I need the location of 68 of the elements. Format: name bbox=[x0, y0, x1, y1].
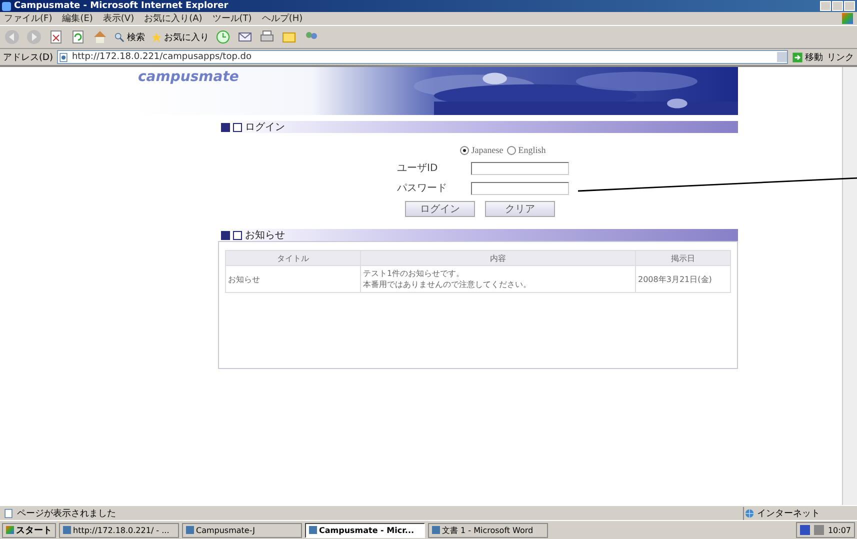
status-text: ページが表示されました bbox=[17, 508, 116, 520]
logo: campusmate bbox=[138, 69, 239, 85]
window-icon bbox=[432, 526, 440, 534]
table-cell: 2008年3月21日(金) bbox=[636, 266, 730, 292]
menu-item[interactable]: 表示(V) bbox=[102, 12, 134, 25]
go-button[interactable]: 移動 bbox=[792, 50, 823, 64]
table-cell: テスト1件のお知らせです。 本番用ではありませんので注意してください。 bbox=[360, 266, 636, 292]
login-button[interactable]: ログイン bbox=[405, 201, 475, 217]
menu-item[interactable]: ツール(T) bbox=[212, 12, 252, 25]
address-label: アドレス(D) bbox=[3, 52, 53, 64]
back-icon[interactable] bbox=[4, 29, 20, 45]
star-icon bbox=[151, 32, 162, 42]
refresh-icon[interactable] bbox=[70, 29, 86, 45]
section-title: お知らせ bbox=[245, 229, 285, 242]
taskbar-button[interactable]: Campusmate-J bbox=[182, 522, 302, 538]
radio-button[interactable] bbox=[507, 146, 516, 154]
search-button[interactable]: 検索 bbox=[114, 30, 145, 44]
scrollbar[interactable] bbox=[842, 67, 857, 505]
square-icon bbox=[221, 122, 230, 132]
arrow-icon bbox=[792, 52, 803, 62]
address-field[interactable]: http://172.18.0.221/campusapps/top.do bbox=[56, 50, 788, 64]
window-icon bbox=[233, 122, 242, 132]
links-button[interactable]: リンク bbox=[827, 50, 854, 64]
window-icon bbox=[233, 230, 242, 240]
menu-item[interactable]: ヘルプ(H) bbox=[262, 12, 303, 25]
clock: 10:07 bbox=[828, 526, 851, 534]
user-id-label: ユーザID bbox=[397, 162, 439, 175]
radio-label: Japanese bbox=[471, 145, 504, 155]
radio-button[interactable] bbox=[460, 146, 470, 154]
home-icon[interactable] bbox=[92, 29, 108, 45]
page-icon bbox=[3, 508, 14, 518]
table-cell: お知らせ bbox=[226, 266, 360, 292]
section-title: ログイン bbox=[245, 121, 285, 134]
password-label: パスワード bbox=[397, 182, 448, 195]
window-title: Campusmate - Microsoft Internet Explorer bbox=[14, 1, 228, 11]
menu-item[interactable]: お気に入り(A) bbox=[144, 12, 202, 25]
start-button[interactable]: スタート bbox=[2, 522, 56, 538]
tray-icon[interactable] bbox=[814, 525, 824, 535]
menu-item[interactable]: ファイル(F) bbox=[4, 12, 52, 25]
menu-item[interactable]: 編集(E) bbox=[62, 12, 93, 25]
windows-flag-icon bbox=[6, 526, 14, 534]
window-icon bbox=[63, 526, 71, 534]
globe-icon bbox=[744, 508, 755, 518]
column-header: 掲示日 bbox=[636, 250, 730, 266]
user-id-field[interactable] bbox=[471, 162, 569, 174]
column-header: タイトル bbox=[226, 250, 360, 266]
column-header: 内容 bbox=[360, 250, 636, 266]
history-icon[interactable] bbox=[215, 29, 231, 45]
browser-icon bbox=[2, 2, 11, 10]
radio-label: English bbox=[518, 145, 546, 155]
search-icon bbox=[114, 32, 125, 42]
square-icon bbox=[221, 230, 230, 240]
forward-icon[interactable] bbox=[26, 29, 42, 45]
taskbar-button[interactable]: http://172.18.0.221/ - ... bbox=[59, 522, 179, 538]
favorites-button[interactable]: お気に入り bbox=[151, 30, 209, 44]
taskbar-button[interactable]: Campusmate - Micr... bbox=[305, 522, 425, 538]
tray-icon[interactable] bbox=[800, 525, 810, 535]
minimize-button[interactable] bbox=[820, 1, 831, 11]
window-icon bbox=[309, 526, 317, 534]
window-icon bbox=[186, 526, 194, 534]
windows-flag-icon bbox=[842, 13, 853, 24]
maximize-button[interactable] bbox=[832, 1, 843, 11]
close-button[interactable] bbox=[844, 1, 855, 11]
taskbar-button[interactable]: 文書 1 - Microsoft Word bbox=[428, 522, 548, 538]
clear-button[interactable]: クリア bbox=[485, 201, 555, 217]
password-field[interactable] bbox=[471, 182, 569, 194]
page-icon bbox=[58, 52, 69, 62]
stop-icon[interactable] bbox=[48, 29, 64, 45]
